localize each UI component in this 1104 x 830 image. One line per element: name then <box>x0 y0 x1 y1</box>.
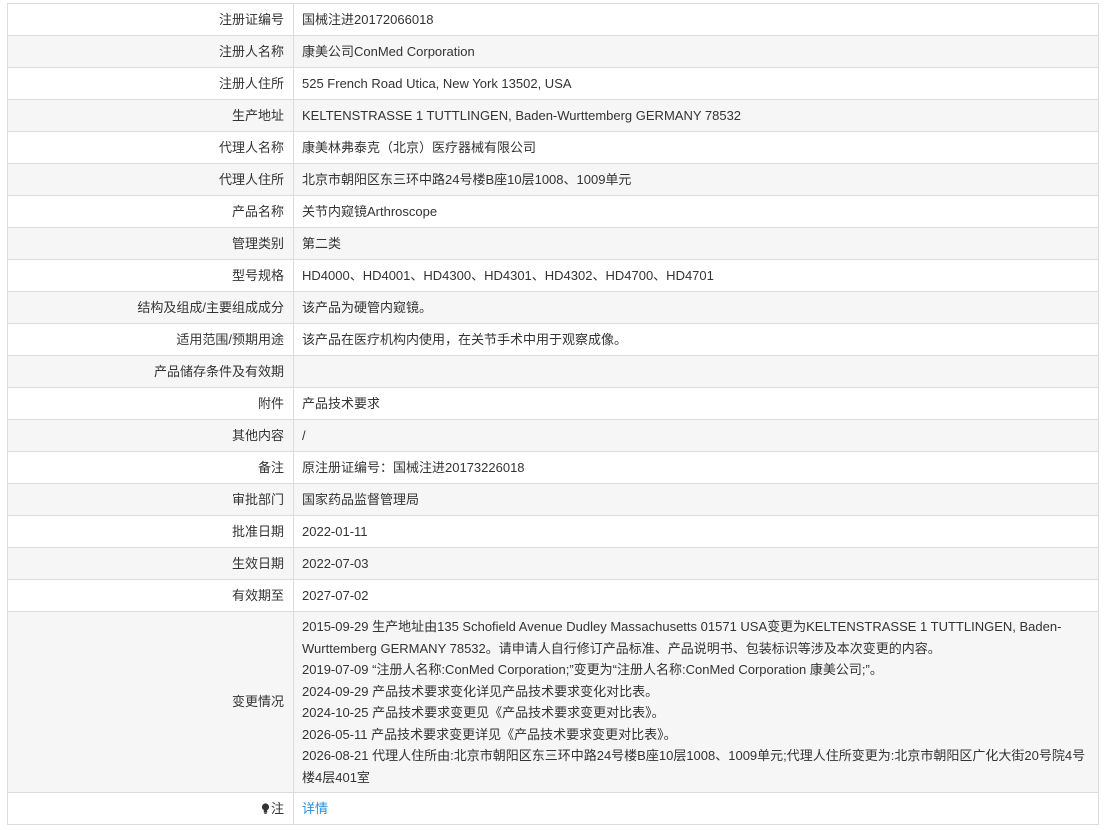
field-value: 该产品在医疗机构内使用，在关节手术中用于观察成像。 <box>293 323 1099 356</box>
field-label: 注册人名称 <box>7 35 294 68</box>
row-attachment: 附件 产品技术要求 <box>7 387 1099 420</box>
field-label: 注册证编号 <box>7 3 294 36</box>
field-value: 原注册证编号：国械注进20173226018 <box>293 451 1099 484</box>
field-value: 2027-07-02 <box>293 579 1099 612</box>
details-link[interactable]: 详情 <box>302 801 328 816</box>
row-agent-name: 代理人名称 康美林弗泰克（北京）医疗器械有限公司 <box>7 131 1099 164</box>
field-label: 备注 <box>7 451 294 484</box>
field-value: 国械注进20172066018 <box>293 3 1099 36</box>
field-value: 关节内窥镜Arthroscope <box>293 195 1099 228</box>
row-registrant-name: 注册人名称 康美公司ConMed Corporation <box>7 35 1099 68</box>
field-label: 结构及组成/主要组成成分 <box>7 291 294 324</box>
field-label: 产品名称 <box>7 195 294 228</box>
change-entry: 2026-08-21 代理人住所由:北京市朝阳区东三环中路24号楼B座10层10… <box>302 748 1086 785</box>
registration-table: 注册证编号 国械注进20172066018 注册人名称 康美公司ConMed C… <box>7 3 1099 825</box>
change-entry: 2024-10-25 产品技术要求变更见《产品技术要求变更对比表》。 <box>302 705 665 720</box>
field-value: 2022-01-11 <box>293 515 1099 548</box>
field-value: 北京市朝阳区东三环中路24号楼B座10层1008、1009单元 <box>293 163 1099 196</box>
field-value: 康美公司ConMed Corporation <box>293 35 1099 68</box>
row-intended-use: 适用范围/预期用途 该产品在医疗机构内使用，在关节手术中用于观察成像。 <box>7 323 1099 356</box>
field-label: 适用范围/预期用途 <box>7 323 294 356</box>
row-structure-composition: 结构及组成/主要组成成分 该产品为硬管内窥镜。 <box>7 291 1099 324</box>
field-label: 型号规格 <box>7 259 294 292</box>
field-value: KELTENSTRASSE 1 TUTTLINGEN, Baden-Wurtte… <box>293 99 1099 132</box>
field-value: HD4000、HD4001、HD4300、HD4301、HD4302、HD470… <box>293 259 1099 292</box>
field-value: 康美林弗泰克（北京）医疗器械有限公司 <box>293 131 1099 164</box>
row-registrant-address: 注册人住所 525 French Road Utica, New York 13… <box>7 67 1099 100</box>
field-label: 产品储存条件及有效期 <box>7 355 294 388</box>
change-history-list: 2015-09-29 生产地址由135 Schofield Avenue Dud… <box>293 611 1099 793</box>
row-approval-department: 审批部门 国家药品监督管理局 <box>7 483 1099 516</box>
field-value: 产品技术要求 <box>293 387 1099 420</box>
row-valid-until: 有效期至 2027-07-02 <box>7 579 1099 612</box>
row-agent-address: 代理人住所 北京市朝阳区东三环中路24号楼B座10层1008、1009单元 <box>7 163 1099 196</box>
change-entry: 2015-09-29 生产地址由135 Schofield Avenue Dud… <box>302 619 1062 656</box>
field-label: 附件 <box>7 387 294 420</box>
row-model-spec: 型号规格 HD4000、HD4001、HD4300、HD4301、HD4302、… <box>7 259 1099 292</box>
field-label: 批准日期 <box>7 515 294 548</box>
row-note: 注 详情 <box>7 792 1099 825</box>
row-management-category: 管理类别 第二类 <box>7 227 1099 260</box>
field-value: 第二类 <box>293 227 1099 260</box>
row-storage-validity: 产品储存条件及有效期 <box>7 355 1099 388</box>
note-label: 注 <box>270 800 284 816</box>
row-product-name: 产品名称 关节内窥镜Arthroscope <box>7 195 1099 228</box>
row-remarks: 备注 原注册证编号：国械注进20173226018 <box>7 451 1099 484</box>
field-value: 2022-07-03 <box>293 547 1099 580</box>
lightbulb-icon <box>261 802 270 814</box>
field-label: 代理人名称 <box>7 131 294 164</box>
change-entry: 2019-07-09 “注册人名称:ConMed Corporation;”变更… <box>302 662 883 677</box>
row-change-history: 变更情况 2015-09-29 生产地址由135 Schofield Avenu… <box>7 611 1099 793</box>
field-value: 国家药品监督管理局 <box>293 483 1099 516</box>
registration-info: 注册证编号 国械注进20172066018 注册人名称 康美公司ConMed C… <box>0 0 1104 825</box>
field-label: 生产地址 <box>7 99 294 132</box>
field-value: 该产品为硬管内窥镜。 <box>293 291 1099 324</box>
field-label: 审批部门 <box>7 483 294 516</box>
change-entry: 2026-05-11 产品技术要求变更详见《产品技术要求变更对比表》。 <box>302 726 677 742</box>
row-effective-date: 生效日期 2022-07-03 <box>7 547 1099 580</box>
field-label: 其他内容 <box>7 419 294 452</box>
field-value: 525 French Road Utica, New York 13502, U… <box>293 67 1099 100</box>
change-entry: 2024-09-29 产品技术要求变化详见产品技术要求变化对比表。 <box>302 683 659 699</box>
field-label: 变更情况 <box>7 611 294 793</box>
row-other-content: 其他内容 / <box>7 419 1099 452</box>
note-label-cell: 注 <box>7 792 294 825</box>
field-label: 管理类别 <box>7 227 294 260</box>
field-label: 注册人住所 <box>7 67 294 100</box>
field-label: 有效期至 <box>7 579 294 612</box>
field-label: 代理人住所 <box>7 163 294 196</box>
row-registration-number: 注册证编号 国械注进20172066018 <box>7 3 1099 36</box>
row-approval-date: 批准日期 2022-01-11 <box>7 515 1099 548</box>
field-value: / <box>293 419 1099 452</box>
row-production-address: 生产地址 KELTENSTRASSE 1 TUTTLINGEN, Baden-W… <box>7 99 1099 132</box>
note-value-cell: 详情 <box>293 792 1099 825</box>
field-value <box>293 355 1099 388</box>
field-label: 生效日期 <box>7 547 294 580</box>
